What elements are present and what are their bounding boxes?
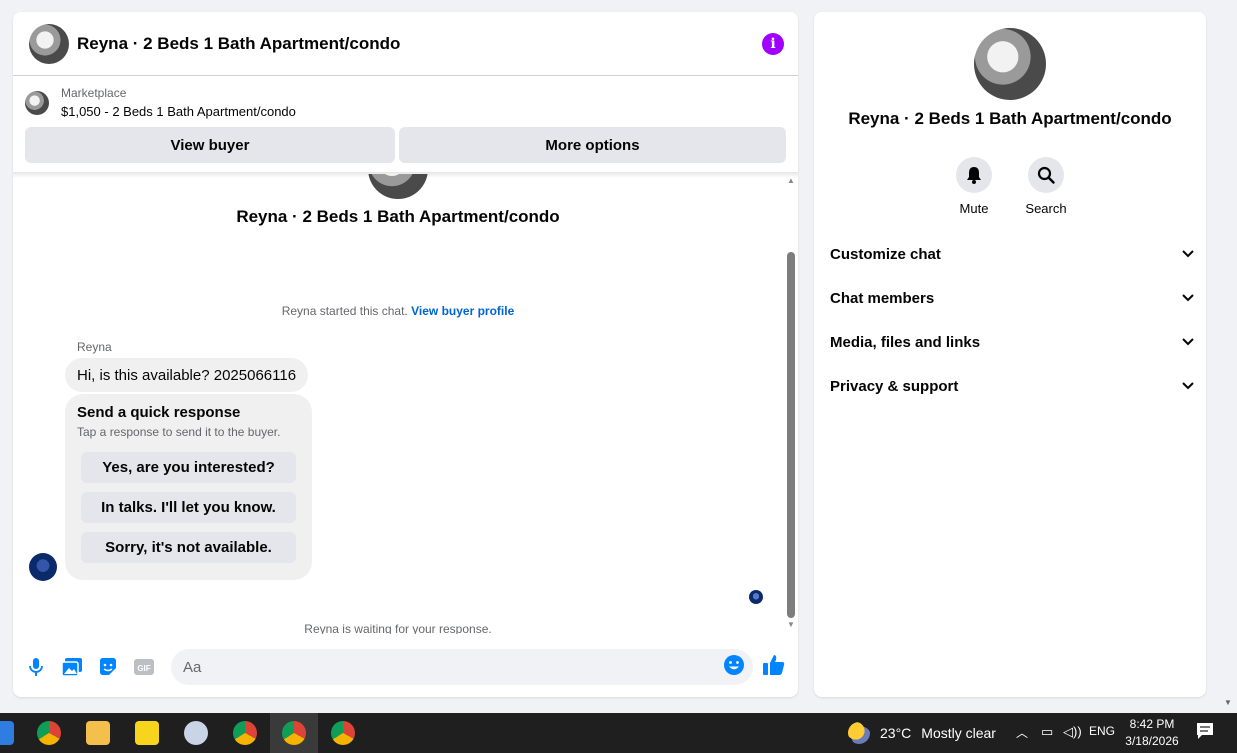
message-bubble[interactable]: Hi, is this available? 2025066116 xyxy=(65,358,309,392)
chevron-up-icon[interactable]: ︿ xyxy=(1016,724,1028,741)
sender-name: Reyna xyxy=(77,340,112,354)
language-indicator[interactable]: ENG xyxy=(1089,724,1115,738)
paint-icon[interactable] xyxy=(184,721,208,745)
edge-app-icon[interactable] xyxy=(0,721,14,745)
listing-avatar[interactable] xyxy=(29,23,69,64)
chat-header: Reyna · 2 Beds 1 Bath Apartment/condo i xyxy=(13,12,798,76)
clock-date: 3/18/2026 xyxy=(1125,734,1179,748)
quick-response-in-talks-button[interactable]: In talks. I'll let you know. xyxy=(81,492,296,523)
chrome-profile-2-icon[interactable] xyxy=(331,721,355,745)
weather-temp: 23°C xyxy=(880,725,912,741)
gif-icon[interactable]: GIF xyxy=(133,656,155,678)
quick-response-yes-button[interactable]: Yes, are you interested? xyxy=(81,452,296,483)
section-label: Privacy & support xyxy=(830,377,959,395)
marketplace-label: Marketplace xyxy=(61,86,127,100)
view-buyer-profile-link[interactable]: View buyer profile xyxy=(411,304,514,318)
quick-response-title: Send a quick response xyxy=(77,404,241,421)
section-label: Media, files and links xyxy=(830,333,981,351)
composer: GIF xyxy=(13,644,798,690)
section-label: Customize chat xyxy=(830,245,941,263)
scroll-down-icon[interactable]: ▼ xyxy=(784,620,798,630)
message-input[interactable] xyxy=(183,658,723,676)
listing-actions: View buyer More options xyxy=(13,125,798,163)
search-icon[interactable] xyxy=(1028,157,1064,193)
thumbs-up-icon[interactable] xyxy=(763,654,785,681)
message-input-box[interactable] xyxy=(171,649,753,685)
message-thread: Reyna · 2 Beds 1 Bath Apartment/condo Re… xyxy=(13,174,785,634)
sticky-notes-icon[interactable] xyxy=(135,721,159,745)
mute-label: Mute xyxy=(959,201,989,216)
quick-response-not-available-button[interactable]: Sorry, it's not available. xyxy=(81,532,296,563)
page-scroll-down-icon[interactable]: ▼ xyxy=(1224,698,1232,707)
bell-icon[interactable] xyxy=(956,157,992,193)
volume-icon[interactable]: ◁)) xyxy=(1063,724,1082,740)
taskbar: 23°C Mostly clear ︿ ▭ ◁)) ENG 8:42 PM 3/… xyxy=(0,713,1237,753)
chrome-profile-active-icon[interactable] xyxy=(282,721,306,745)
clock-time: 8:42 PM xyxy=(1129,717,1175,731)
system-message-text: Reyna started this chat. xyxy=(281,304,408,318)
listing-thumbnail xyxy=(25,90,49,115)
chrome-profile-icon[interactable] xyxy=(233,721,257,745)
waiting-status: Reyna is waiting for your response. xyxy=(304,622,492,634)
notification-icon[interactable] xyxy=(1196,722,1214,743)
listing-row[interactable]: Marketplace $1,050 - 2 Beds 1 Bath Apart… xyxy=(13,76,798,125)
listing-price-title: $1,050 - 2 Beds 1 Bath Apartment/condo xyxy=(61,104,296,119)
weather-text: Mostly clear xyxy=(921,725,996,741)
section-customize-chat[interactable]: Customize chat xyxy=(830,236,1194,272)
file-explorer-icon[interactable] xyxy=(86,721,110,745)
section-media-files-links[interactable]: Media, files and links xyxy=(830,324,1194,360)
chevron-down-icon xyxy=(1182,294,1194,302)
weather-widget[interactable]: 23°C Mostly clear xyxy=(848,722,996,744)
chevron-down-icon xyxy=(1182,250,1194,258)
info-title: Reyna · 2 Beds 1 Bath Apartment/condo xyxy=(848,109,1172,128)
chat-title[interactable]: Reyna · 2 Beds 1 Bath Apartment/condo xyxy=(77,34,762,54)
intro-title: Reyna · 2 Beds 1 Bath Apartment/condo xyxy=(236,207,560,226)
mute-action[interactable]: Mute xyxy=(956,157,992,216)
chrome-icon[interactable] xyxy=(37,721,61,745)
sticker-icon[interactable] xyxy=(97,656,119,678)
more-options-button[interactable]: More options xyxy=(399,127,786,163)
moon-cloud-icon xyxy=(848,722,870,744)
scroll-thumb[interactable] xyxy=(787,252,795,618)
intro-avatar xyxy=(368,174,428,199)
search-label: Search xyxy=(1025,201,1067,216)
chat-info-panel: Reyna · 2 Beds 1 Bath Apartment/condo Mu… xyxy=(814,12,1206,697)
quick-response-card: Send a quick response Tap a response to … xyxy=(65,394,312,580)
thread-scrollbar[interactable]: ▲ ▼ xyxy=(784,174,798,634)
section-label: Chat members xyxy=(830,289,935,307)
search-action[interactable]: Search xyxy=(1025,157,1067,216)
buyer-avatar[interactable] xyxy=(29,553,57,581)
info-icon[interactable]: i xyxy=(762,32,784,55)
info-actions: Mute Search xyxy=(814,157,1206,216)
scroll-up-icon[interactable]: ▲ xyxy=(784,176,798,186)
network-icon[interactable]: ▭ xyxy=(1041,724,1053,740)
section-chat-members[interactable]: Chat members xyxy=(830,280,1194,316)
view-buyer-button[interactable]: View buyer xyxy=(25,127,395,163)
quick-response-subtitle: Tap a response to send it to the buyer. xyxy=(77,425,281,439)
microphone-icon[interactable] xyxy=(25,656,47,678)
chevron-down-icon xyxy=(1182,382,1194,390)
photo-icon[interactable] xyxy=(61,656,83,678)
system-message: Reyna started this chat. View buyer prof… xyxy=(13,304,783,318)
clock[interactable]: 8:42 PM 3/18/2026 xyxy=(1122,716,1182,750)
chevron-down-icon xyxy=(1182,338,1194,346)
chat-panel: Reyna · 2 Beds 1 Bath Apartment/condo i … xyxy=(13,12,798,697)
gif-label: GIF xyxy=(137,664,150,673)
read-receipt-avatar xyxy=(749,590,763,604)
info-avatar[interactable] xyxy=(974,28,1046,100)
section-privacy-support[interactable]: Privacy & support xyxy=(830,368,1194,404)
page-scrollbar[interactable] xyxy=(1221,0,1237,713)
emoji-icon[interactable] xyxy=(723,654,745,681)
